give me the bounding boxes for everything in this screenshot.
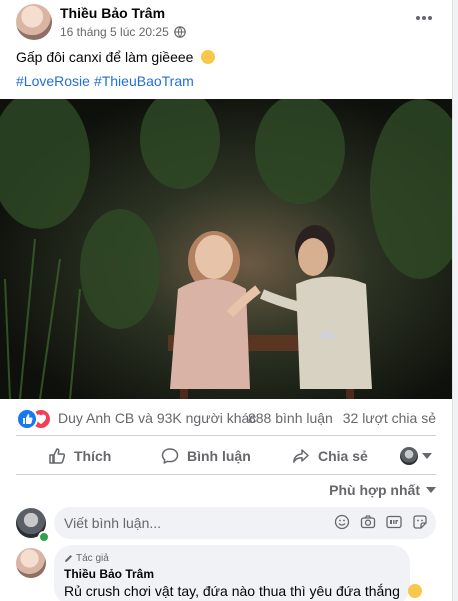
divider <box>16 474 436 475</box>
rolling-eyes-emoji <box>201 50 216 64</box>
sort-label: Phù hợp nhất <box>329 482 420 498</box>
comment-placeholder: Viết bình luận... <box>64 515 162 531</box>
comment-label: Bình luận <box>187 448 251 464</box>
post-timestamp[interactable]: 16 tháng 5 lúc 20:25 <box>60 25 169 39</box>
comment-button[interactable]: Bình luận <box>161 439 251 473</box>
more-options-icon[interactable] <box>414 14 434 22</box>
commenter-avatar[interactable] <box>16 548 46 578</box>
post-caption: Gấp đôi canxi để làm giềeee <box>16 49 216 65</box>
chevron-down-icon <box>422 453 432 459</box>
globe-icon <box>174 26 186 38</box>
emoji-icon[interactable] <box>334 514 350 530</box>
author-avatar[interactable] <box>16 4 52 40</box>
author-name[interactable]: Thiều Bảo Trâm <box>60 5 165 21</box>
photo-scene <box>0 99 452 399</box>
comment-item: Tác giả Thiều Bảo Trâm Rủ crush chơi vật… <box>16 545 436 601</box>
thumbs-up-icon <box>49 448 66 464</box>
post-photo[interactable] <box>0 99 452 399</box>
caption-text: Gấp đôi canxi để làm giềeee <box>16 49 194 65</box>
chevron-down-icon <box>426 487 436 493</box>
hashtags: #LoveRosie #ThieuBaoTram <box>16 73 198 89</box>
reactions-bar: Duy Anh CB và 93K người khác 888 bình lu… <box>16 404 436 432</box>
post-card: Thiều Bảo Trâm 16 tháng 5 lúc 20:25 Gấp … <box>0 0 453 601</box>
pencil-icon <box>65 555 72 562</box>
hashtag-link[interactable]: #LoveRosie <box>16 73 90 89</box>
like-button[interactable]: Thích <box>48 439 111 473</box>
comment-text: Rủ crush chơi vật tay, đứa nào thua thì … <box>64 583 400 599</box>
composer-tools <box>334 514 428 530</box>
post-header: Thiều Bảo Trâm 16 tháng 5 lúc 20:25 <box>0 0 452 48</box>
action-bar: Thích Bình luận Chia sẻ <box>16 439 436 473</box>
like-label: Thích <box>74 448 112 464</box>
post-counts: 888 bình luận 32 lượt chia sẻ <box>242 410 436 426</box>
author-tag: Tác giả <box>64 553 109 564</box>
divider <box>16 435 436 436</box>
share-arrow-icon <box>293 449 309 463</box>
comment-sort-dropdown[interactable]: Phù hợp nhất <box>329 482 436 498</box>
online-status-dot <box>38 531 50 543</box>
share-count[interactable]: 32 lượt chia sẻ <box>343 410 436 426</box>
like-icon[interactable] <box>16 408 38 430</box>
comment-author[interactable]: Thiều Bảo Trâm <box>64 567 154 581</box>
reaction-names[interactable]: Duy Anh CB và 93K người khác <box>58 410 256 426</box>
comment-composer: Viết bình luận... <box>16 507 436 543</box>
comment-icon <box>161 448 179 464</box>
comment-input[interactable]: Viết bình luận... <box>54 507 436 539</box>
grin-emoji <box>407 584 422 598</box>
comment-text-line: Rủ crush chơi vật tay, đứa nào thua thì … <box>64 583 422 599</box>
gif-icon[interactable] <box>386 514 402 530</box>
sticker-icon[interactable] <box>412 514 428 530</box>
comment-bubble: Tác giả Thiều Bảo Trâm Rủ crush chơi vật… <box>54 545 422 601</box>
share-label: Chia sẻ <box>318 448 368 464</box>
share-button[interactable]: Chia sẻ <box>292 439 368 473</box>
hashtag-link[interactable]: #ThieuBaoTram <box>94 73 194 89</box>
author-tag-label: Tác giả <box>76 553 109 564</box>
camera-icon[interactable] <box>360 514 376 530</box>
comment-count[interactable]: 888 bình luận <box>248 410 333 426</box>
share-audience-selector[interactable] <box>400 439 440 473</box>
audience-avatar <box>400 447 418 465</box>
